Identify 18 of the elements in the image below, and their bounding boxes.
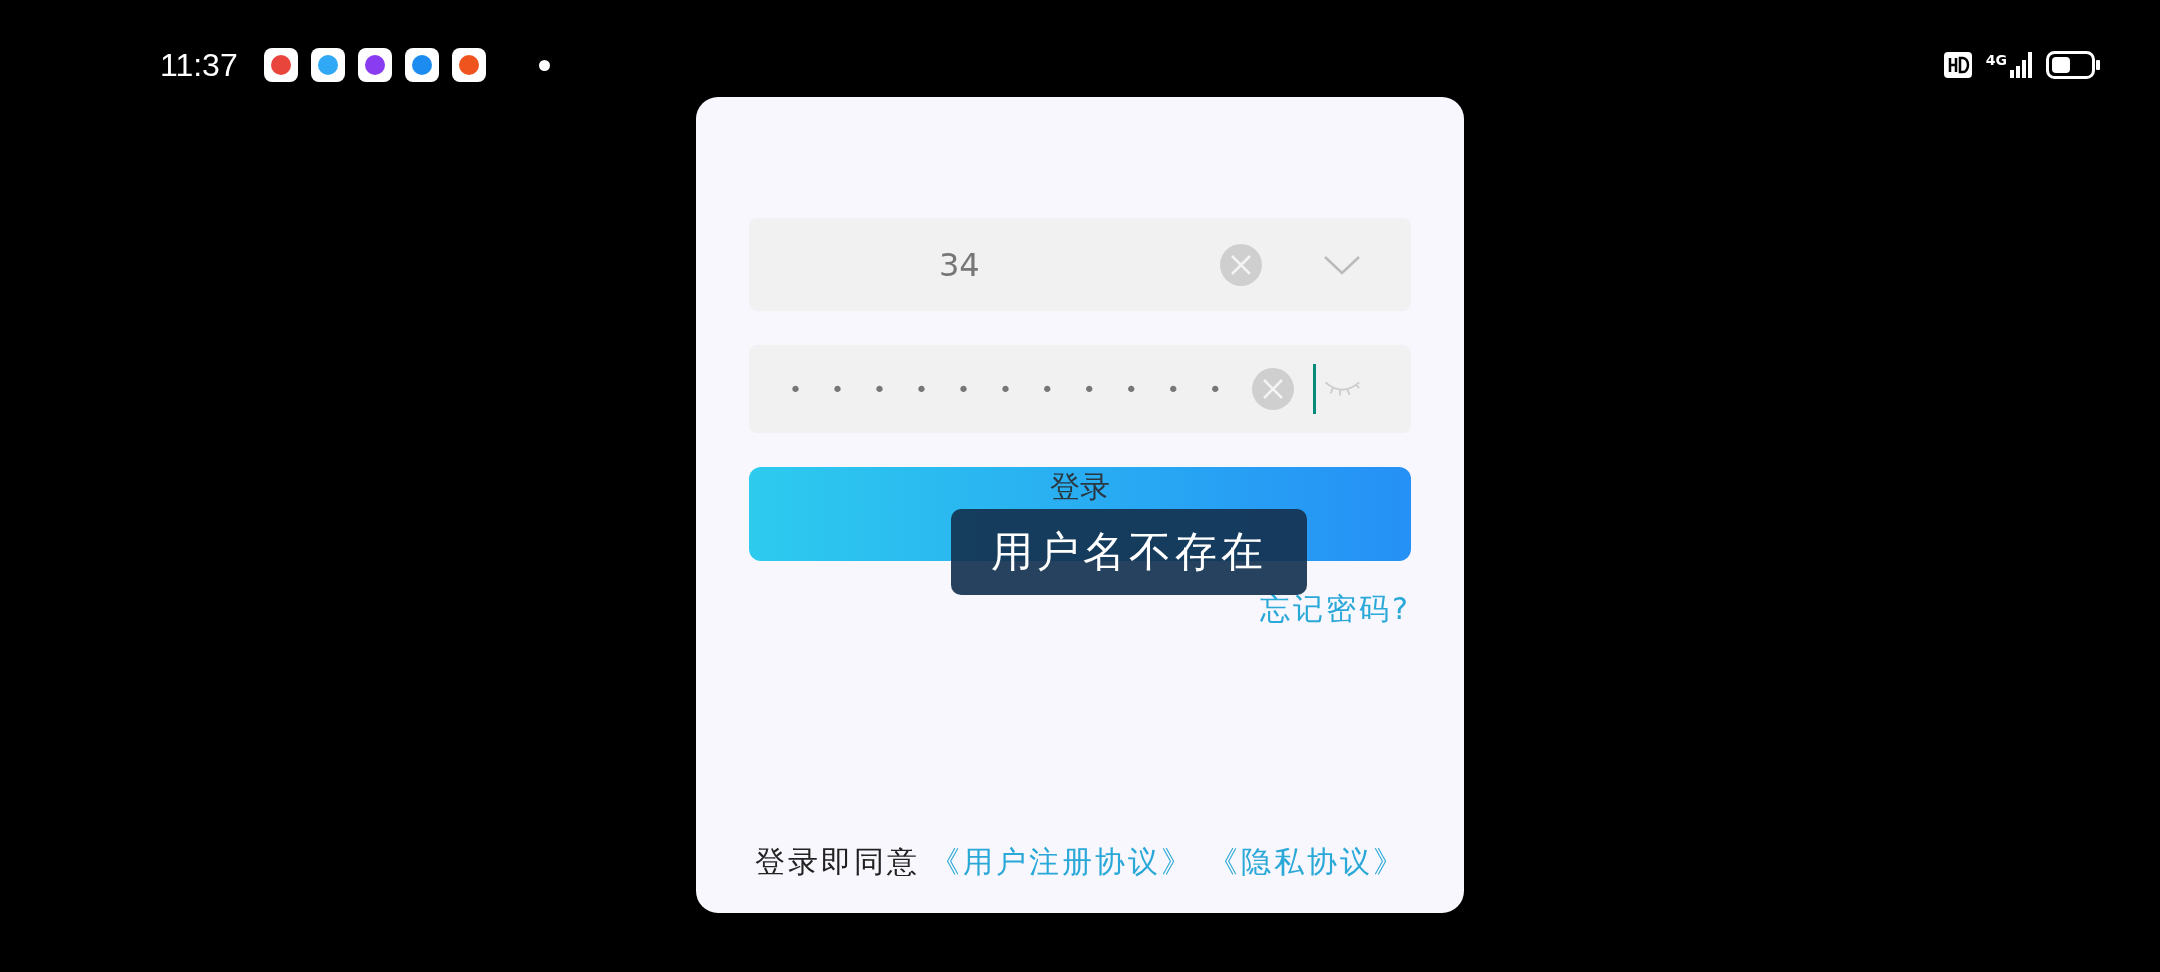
signal-icon xyxy=(2010,52,2032,78)
agreement-text: 登录即同意 xyxy=(754,843,920,881)
agreement-link[interactable]: 《隐私协议》 xyxy=(1207,842,1406,883)
network-type: 4G xyxy=(1985,52,2007,68)
dropdown-chevron-icon[interactable] xyxy=(1323,253,1361,276)
notification-dot-icon xyxy=(538,59,550,71)
error-toast: 用户名不存在 xyxy=(951,509,1307,595)
password-field[interactable]: ••••••••••• xyxy=(749,345,1411,433)
hd-icon xyxy=(1943,52,1972,78)
agreement-link[interactable]: 《用户注册协议》 xyxy=(929,842,1194,883)
clear-icon[interactable] xyxy=(1219,242,1263,287)
username-field[interactable]: 34 xyxy=(749,218,1411,311)
username-value: 34 xyxy=(939,245,981,284)
battery-icon xyxy=(2046,51,2100,79)
text-cursor xyxy=(1312,364,1317,414)
clock: 11:37 xyxy=(160,46,238,84)
password-value: ••••••••••• xyxy=(789,376,1251,402)
clear-icon[interactable] xyxy=(1250,367,1295,411)
